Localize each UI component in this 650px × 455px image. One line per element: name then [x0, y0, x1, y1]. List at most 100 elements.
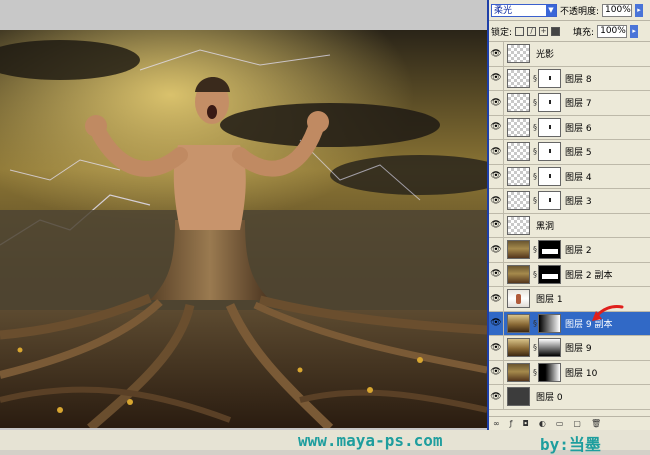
- column-divider: [503, 213, 504, 237]
- eye-icon[interactable]: 👁: [489, 73, 503, 83]
- eye-icon[interactable]: 👁: [489, 196, 503, 206]
- layer-row[interactable]: 👁 § 图层 9 副本: [489, 311, 650, 336]
- link-layers-icon[interactable]: ∞: [493, 419, 500, 428]
- lock-position-icon[interactable]: +: [539, 26, 549, 36]
- layer-mask-thumbnail[interactable]: [538, 362, 561, 382]
- lock-label: 锁定:: [491, 27, 513, 38]
- blend-mode-select[interactable]: 柔光 ▼: [491, 3, 557, 17]
- document-image[interactable]: [0, 30, 487, 428]
- layer-row[interactable]: 👁 § 图层 6: [489, 115, 650, 140]
- eye-icon[interactable]: 👁: [489, 98, 503, 108]
- column-divider: [503, 336, 504, 360]
- layer-style-icon[interactable]: ƒ: [510, 419, 513, 428]
- layer-row[interactable]: 👁 § 图层 3: [489, 189, 650, 214]
- layer-row[interactable]: 👁 § 图层 7: [489, 91, 650, 116]
- eye-icon[interactable]: 👁: [489, 49, 503, 59]
- column-divider: [503, 91, 504, 115]
- layer-mask-thumbnail[interactable]: [538, 191, 561, 211]
- eye-icon[interactable]: 👁: [489, 318, 503, 328]
- fill-slider-button[interactable]: ▸: [630, 24, 639, 38]
- layer-name: 图层 3: [565, 197, 592, 208]
- layer-thumbnail[interactable]: [507, 338, 530, 358]
- lock-all-icon[interactable]: [551, 26, 561, 36]
- eye-icon[interactable]: 👁: [489, 171, 503, 181]
- layer-row[interactable]: 👁 § 图层 9: [489, 336, 650, 361]
- layer-row[interactable]: 👁 § 图层 4: [489, 164, 650, 189]
- layer-thumbnail[interactable]: [507, 264, 530, 284]
- eye-icon[interactable]: 👁: [489, 245, 503, 255]
- column-divider: [503, 287, 504, 311]
- opacity-input[interactable]: 100%: [602, 3, 633, 17]
- layer-name: 图层 0: [536, 393, 563, 404]
- layer-row[interactable]: 👁 § 图层 2: [489, 238, 650, 263]
- add-mask-icon[interactable]: ◘: [523, 419, 529, 428]
- eye-icon[interactable]: 👁: [489, 294, 503, 304]
- layer-mask-thumbnail[interactable]: [538, 142, 561, 162]
- layer-mask-thumbnail[interactable]: [538, 68, 561, 88]
- opacity-slider-button[interactable]: ▸: [635, 3, 644, 17]
- layer-thumbnail[interactable]: [507, 362, 530, 382]
- layer-thumbnail[interactable]: [507, 68, 530, 88]
- layer-mask-thumbnail[interactable]: [538, 93, 561, 113]
- layer-name: 图层 8: [565, 74, 592, 85]
- eye-icon[interactable]: 👁: [489, 122, 503, 132]
- layer-thumbnail[interactable]: [507, 387, 530, 407]
- layer-thumbnail[interactable]: [507, 44, 530, 64]
- layer-mask-thumbnail[interactable]: [538, 264, 561, 284]
- layer-row[interactable]: 👁 图层 0: [489, 385, 650, 410]
- layer-row[interactable]: 👁 黑洞: [489, 213, 650, 238]
- column-divider: [503, 164, 504, 188]
- column-divider: [503, 189, 504, 213]
- layer-thumbnail[interactable]: [507, 191, 530, 211]
- layer-thumbnail[interactable]: [507, 240, 530, 260]
- layers-panel: 柔光 ▼ 不透明度: 100% ▸ 锁定: / + 填充: 100% ▸ 👁 光影…: [487, 0, 650, 430]
- column-divider: [503, 311, 504, 335]
- layer-name: 图层 4: [565, 172, 592, 183]
- fill-input[interactable]: 100%: [597, 24, 628, 38]
- delete-layer-icon[interactable]: 🗑: [591, 419, 601, 428]
- layer-row[interactable]: 👁 § 图层 5: [489, 140, 650, 165]
- layer-mask-thumbnail[interactable]: [538, 117, 561, 137]
- layer-mask-thumbnail[interactable]: [538, 313, 561, 333]
- layer-thumbnail[interactable]: [507, 313, 530, 333]
- mask-mark: [549, 124, 551, 129]
- eye-icon[interactable]: 👁: [489, 392, 503, 402]
- column-divider: [503, 262, 504, 286]
- canvas-area[interactable]: [0, 0, 487, 430]
- layer-thumbnail[interactable]: [507, 215, 530, 235]
- new-group-icon[interactable]: ▭: [556, 419, 564, 428]
- fill-label: 填充:: [573, 27, 595, 38]
- new-layer-icon[interactable]: ▢: [573, 419, 581, 428]
- layer-mask-thumbnail[interactable]: [538, 338, 561, 358]
- layer-row[interactable]: 👁 § 图层 10: [489, 360, 650, 385]
- eye-icon[interactable]: 👁: [489, 367, 503, 377]
- layer-mask-thumbnail[interactable]: [538, 240, 561, 260]
- layer-mask-thumbnail[interactable]: [538, 166, 561, 186]
- layer-name: 黑洞: [536, 221, 555, 232]
- footer-bar: www.maya-ps.com by:当墨: [0, 430, 650, 454]
- mask-mark: [549, 75, 551, 80]
- eye-icon[interactable]: 👁: [489, 147, 503, 157]
- lock-transparency-icon[interactable]: [515, 26, 525, 36]
- column-divider: [503, 140, 504, 164]
- layer-name: 图层 5: [565, 148, 592, 159]
- adjustment-layer-icon[interactable]: ◐: [539, 419, 546, 428]
- eye-icon[interactable]: 👁: [489, 220, 503, 230]
- layer-row[interactable]: 👁 光影: [489, 42, 650, 67]
- layer-thumbnail[interactable]: [507, 166, 530, 186]
- layer-thumbnail[interactable]: [507, 142, 530, 162]
- layer-thumbnail[interactable]: [507, 93, 530, 113]
- layer-thumbnail[interactable]: [507, 289, 530, 309]
- eye-icon[interactable]: 👁: [489, 269, 503, 279]
- mask-mark: [549, 198, 551, 203]
- mask-mark: [549, 149, 551, 154]
- layer-name: 光影: [536, 50, 555, 61]
- opacity-label: 不透明度:: [560, 6, 600, 17]
- layer-row[interactable]: 👁 § 图层 8: [489, 66, 650, 91]
- layer-thumbnail[interactable]: [507, 117, 530, 137]
- layer-row[interactable]: 👁 图层 1: [489, 287, 650, 312]
- layer-row[interactable]: 👁 § 图层 2 副本: [489, 262, 650, 287]
- eye-icon[interactable]: 👁: [489, 343, 503, 353]
- column-divider: [503, 238, 504, 262]
- lock-pixels-icon[interactable]: /: [527, 26, 537, 36]
